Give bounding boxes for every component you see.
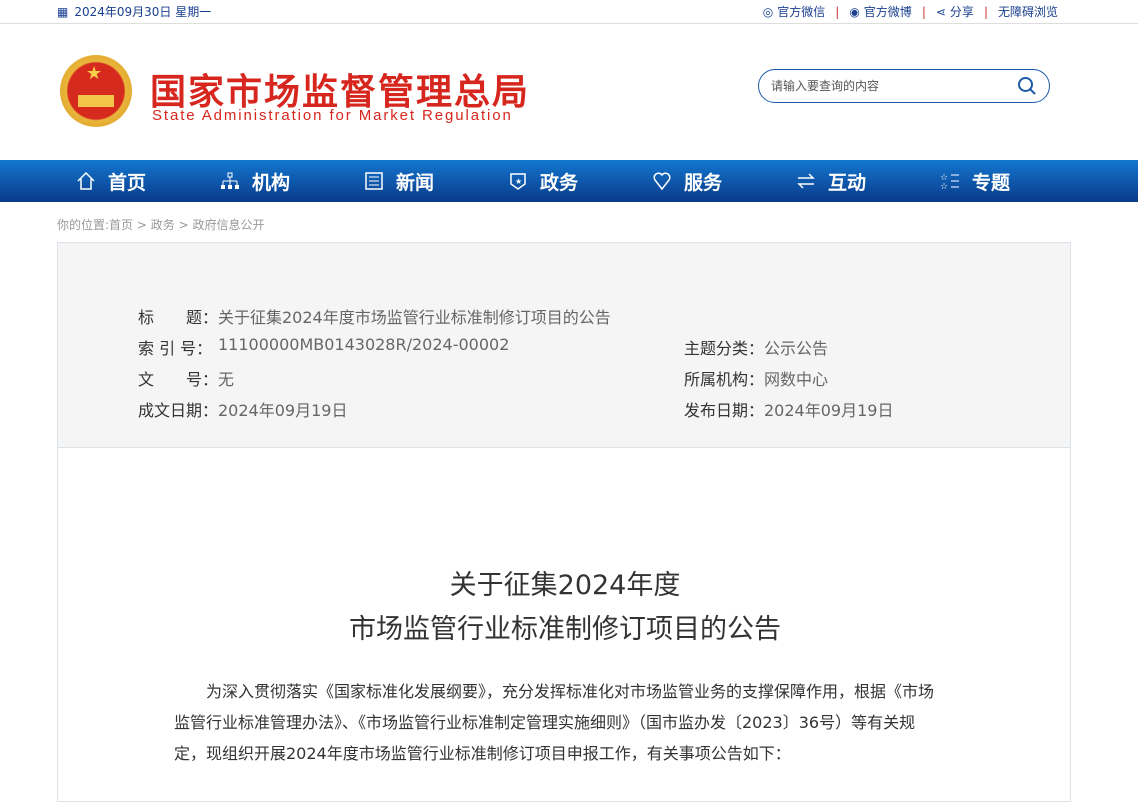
breadcrumb: 你的位置:首页 > 政务 > 政府信息公开 bbox=[57, 216, 264, 233]
svg-text:★: ★ bbox=[515, 177, 522, 186]
meta-doc-number: 无 bbox=[218, 370, 235, 389]
accessibility-label: 无障碍浏览 bbox=[997, 5, 1058, 19]
nav-label: 专题 bbox=[972, 171, 1011, 194]
nav-label: 新闻 bbox=[396, 171, 435, 194]
header: ★ 国家市场监督管理总局 State Administration for Ma… bbox=[0, 25, 1138, 160]
share-icon: ⋖ bbox=[935, 4, 946, 19]
breadcrumb-home[interactable]: 首页 bbox=[109, 218, 133, 232]
meta-label: 文 号： bbox=[138, 370, 219, 389]
nav-topics[interactable]: ☆ ☆ 专题 bbox=[940, 160, 1084, 202]
meta-label: 所属机构： bbox=[684, 370, 765, 389]
exchange-icon bbox=[797, 173, 815, 189]
weibo-label: 官方微博 bbox=[863, 5, 912, 19]
search-icon[interactable] bbox=[1017, 76, 1037, 96]
weibo-icon: ◉ bbox=[849, 4, 860, 19]
search-input[interactable] bbox=[771, 79, 1017, 93]
article-container: 标 题： 关于征集2024年度市场监管行业标准制修订项目的公告 索 引 号： 111… bbox=[57, 242, 1071, 802]
nav-news[interactable]: 新闻 bbox=[364, 160, 508, 202]
meta-title: 关于征集2024年度市场监管行业标准制修订项目的公告 bbox=[218, 308, 611, 327]
meta-topic: 公示公告 bbox=[764, 339, 829, 358]
meta-label: 成文日期： bbox=[138, 401, 219, 420]
meta-label: 标 题： bbox=[138, 308, 219, 327]
article-paragraph: 为深入贯彻落实《国家标准化发展纲要》，充分发挥标准化对市场监管业务的支撑保障作用… bbox=[174, 676, 964, 769]
nav-label: 互动 bbox=[828, 171, 867, 194]
nav-organization[interactable]: 机构 bbox=[220, 160, 364, 202]
nav-label: 服务 bbox=[684, 171, 723, 194]
nav-home[interactable]: 首页 bbox=[76, 160, 220, 202]
home-icon bbox=[77, 171, 95, 190]
meta-label: 发布日期： bbox=[684, 401, 765, 420]
paragraph-line: 定，现组织开展2024年度市场监管行业标准制修订项目申报工作，有关事项公告如下： bbox=[174, 744, 791, 763]
svg-text:☆: ☆ bbox=[940, 182, 948, 191]
meta-index-number: 11100000MB0143028R/2024-00002 bbox=[218, 335, 510, 354]
wechat-icon: ◎ bbox=[762, 4, 774, 19]
news-icon bbox=[365, 172, 383, 190]
nav-interaction[interactable]: 互动 bbox=[796, 160, 940, 202]
share-link[interactable]: ⋖ 分享 bbox=[936, 3, 974, 20]
national-emblem-logo[interactable]: ★ bbox=[60, 55, 132, 127]
metadata-panel: 标 题： 关于征集2024年度市场监管行业标准制修订项目的公告 索 引 号： 111… bbox=[58, 243, 1070, 448]
nav-services[interactable]: 服务 bbox=[652, 160, 796, 202]
wechat-link[interactable]: ◎ 官方微信 bbox=[763, 3, 826, 20]
org-chart-icon bbox=[221, 172, 239, 189]
star-list-icon: ☆☆ bbox=[940, 173, 959, 191]
nav-label: 政务 bbox=[540, 171, 579, 194]
meta-label: 索 引 号： bbox=[138, 339, 213, 358]
weibo-link[interactable]: ◉ 官方微博 bbox=[849, 3, 912, 20]
article-title-line2: 市场监管行业标准制修订项目的公告 bbox=[349, 614, 781, 645]
nav-government-affairs[interactable]: ★ 政务 bbox=[508, 160, 652, 202]
date-text: 2024年09月30日 星期一 bbox=[74, 5, 212, 19]
meta-organization: 网数中心 bbox=[764, 370, 829, 389]
top-bar: ▦ 2024年09月30日 星期一 ◎ 官方微信 | ◉ 官方微博 | ⋖ 分享 | … bbox=[0, 0, 1138, 24]
meta-label: 主题分类： bbox=[684, 339, 765, 358]
heart-icon bbox=[653, 172, 671, 191]
article-title-line1: 关于征集2024年度 bbox=[449, 570, 681, 601]
search-box bbox=[758, 69, 1050, 103]
nav-label: 机构 bbox=[252, 171, 291, 194]
site-subtitle: State Administration for Market Regulati… bbox=[152, 107, 513, 124]
breadcrumb-sep: > bbox=[174, 218, 193, 232]
breadcrumb-sep: > bbox=[133, 218, 151, 232]
breadcrumb-affairs[interactable]: 政务 bbox=[151, 218, 175, 232]
share-label: 分享 bbox=[949, 5, 974, 19]
accessibility-link[interactable]: 无障碍浏览 bbox=[998, 3, 1058, 20]
main-nav: 首页 机构 新闻 ★ 政务 服务 互动 ☆ ☆ 专题 bbox=[0, 160, 1138, 202]
paragraph-line: 为深入贯彻落实《国家标准化发展纲要》，充分发挥标准化对市场监管业务的支撑保障作用… bbox=[174, 682, 935, 701]
breadcrumb-info-disclosure[interactable]: 政府信息公开 bbox=[192, 218, 264, 232]
shield-icon: ★ bbox=[510, 173, 526, 190]
meta-written-date: 2024年09月19日 bbox=[218, 401, 348, 420]
divider: | bbox=[983, 4, 988, 19]
wechat-label: 官方微信 bbox=[777, 5, 826, 19]
paragraph-line: 监管行业标准管理办法》、《市场监管行业标准制定管理实施细则》（国市监办发〔202… bbox=[174, 713, 916, 732]
calendar-icon: ▦ bbox=[57, 4, 69, 19]
breadcrumb-prefix: 你的位置: bbox=[57, 218, 110, 232]
meta-publish-date: 2024年09月19日 bbox=[764, 401, 894, 420]
date-display: ▦ 2024年09月30日 星期一 bbox=[57, 3, 211, 20]
nav-label: 首页 bbox=[108, 171, 147, 194]
divider: | bbox=[921, 4, 926, 19]
divider: | bbox=[835, 4, 840, 19]
